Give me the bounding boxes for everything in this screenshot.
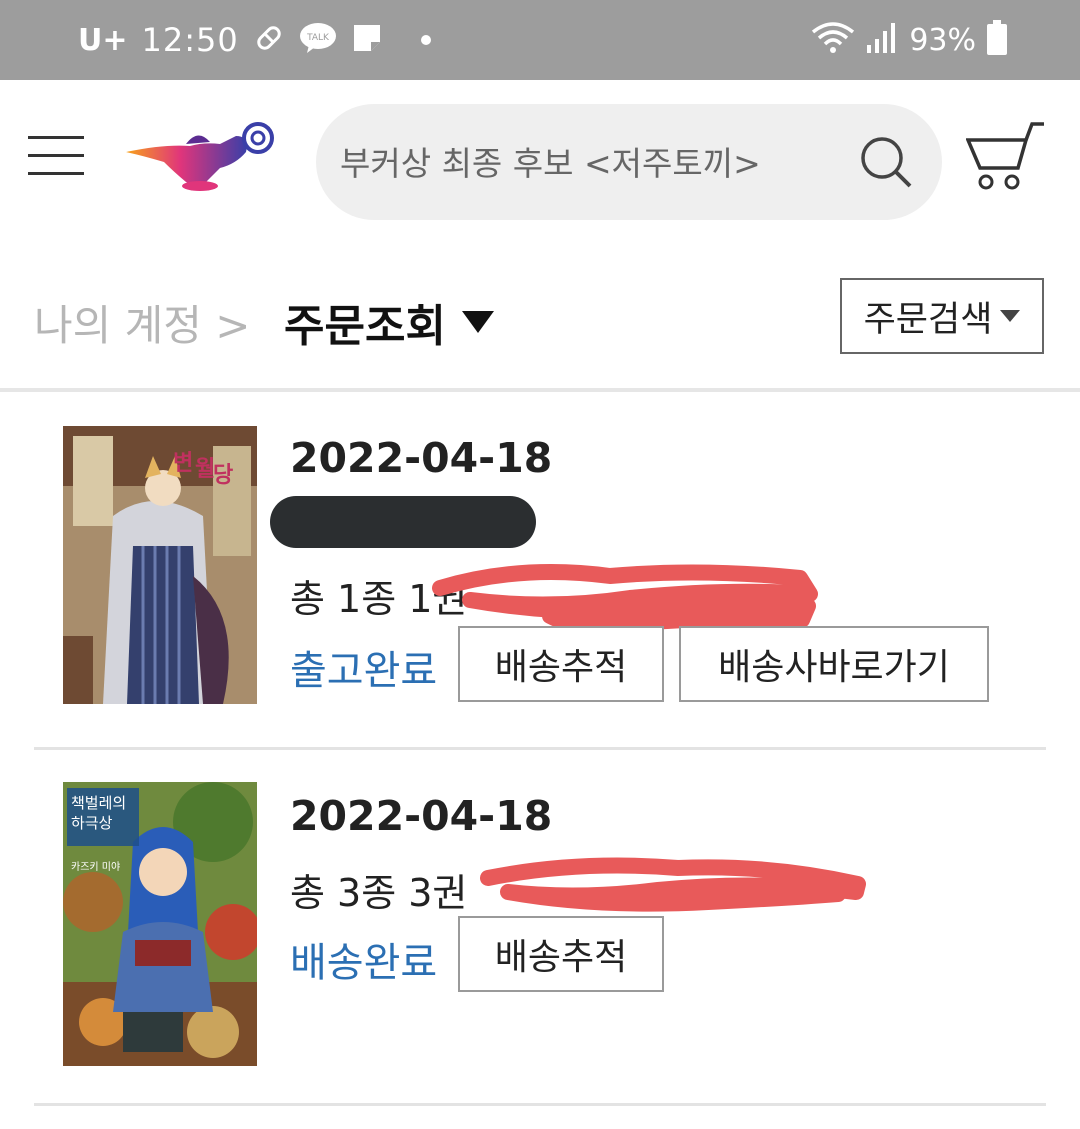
pill-icon bbox=[253, 22, 285, 58]
battery-percent: 93% bbox=[909, 22, 976, 58]
svg-text:카즈키 미야: 카즈키 미야 bbox=[71, 861, 120, 873]
cart-icon[interactable] bbox=[965, 120, 1046, 192]
battery-icon bbox=[986, 20, 1008, 60]
carrier-label: U+ bbox=[78, 22, 128, 58]
divider bbox=[34, 1103, 1046, 1106]
redaction-scribble bbox=[480, 857, 866, 912]
order-item[interactable]: 책벌레의 하극상 카즈키 미야 2022-04-18 총 3종 3권 배송완료 … bbox=[0, 750, 1080, 1110]
svg-text:변: 변 bbox=[173, 450, 193, 476]
book-cover[interactable]: 책벌레의 하극상 카즈키 미야 bbox=[63, 782, 257, 1066]
app-header bbox=[0, 80, 1080, 240]
breadcrumb-current: 주문조회 bbox=[284, 301, 446, 352]
search-icon[interactable] bbox=[858, 134, 914, 190]
talk-icon: TALK bbox=[299, 21, 337, 59]
redaction-bar bbox=[270, 496, 536, 548]
book-cover[interactable]: 변 월 당 bbox=[63, 426, 257, 704]
note-icon bbox=[351, 22, 383, 58]
svg-text:당: 당 bbox=[213, 462, 233, 488]
status-bar: U+ 12:50 TALK 93% bbox=[0, 0, 1080, 80]
courier-link-button[interactable]: 배송사바로가기 bbox=[679, 626, 989, 702]
menu-icon[interactable] bbox=[28, 134, 86, 178]
signal-icon bbox=[865, 21, 899, 59]
order-summary: 총 3종 3권 bbox=[290, 871, 468, 915]
breadcrumb: 나의 계정 > 주문조회 주문검색 bbox=[0, 240, 1080, 388]
svg-text:TALK: TALK bbox=[306, 33, 330, 43]
wifi-icon bbox=[811, 20, 855, 60]
order-view-dropdown[interactable]: 주문조회 bbox=[284, 290, 494, 354]
order-status: 배송완료 bbox=[290, 940, 438, 986]
order-date: 2022-04-18 bbox=[290, 434, 553, 482]
search-input[interactable] bbox=[338, 134, 842, 192]
caret-down-icon bbox=[1000, 310, 1021, 322]
order-item[interactable]: 변 월 당 2022-04-18 총 1종 1권 출고완료 배송추적 배송사바로… bbox=[0, 392, 1080, 750]
order-search-button[interactable]: 주문검색 bbox=[840, 278, 1044, 354]
order-search-label: 주문검색 bbox=[863, 299, 993, 340]
clock-time: 12:50 bbox=[141, 21, 239, 59]
breadcrumb-parent[interactable]: 나의 계정 > bbox=[34, 292, 250, 353]
track-delivery-button[interactable]: 배송추적 bbox=[458, 626, 664, 702]
svg-text:책벌레의: 책벌레의 bbox=[71, 794, 126, 812]
track-delivery-button[interactable]: 배송추적 bbox=[458, 916, 664, 992]
caret-down-icon bbox=[461, 311, 494, 333]
lamp-logo[interactable] bbox=[124, 122, 280, 202]
search-bar bbox=[316, 104, 942, 220]
dot-icon bbox=[420, 35, 431, 45]
order-date: 2022-04-18 bbox=[290, 792, 553, 840]
svg-text:하극상: 하극상 bbox=[71, 814, 113, 832]
order-status: 출고완료 bbox=[290, 648, 438, 694]
